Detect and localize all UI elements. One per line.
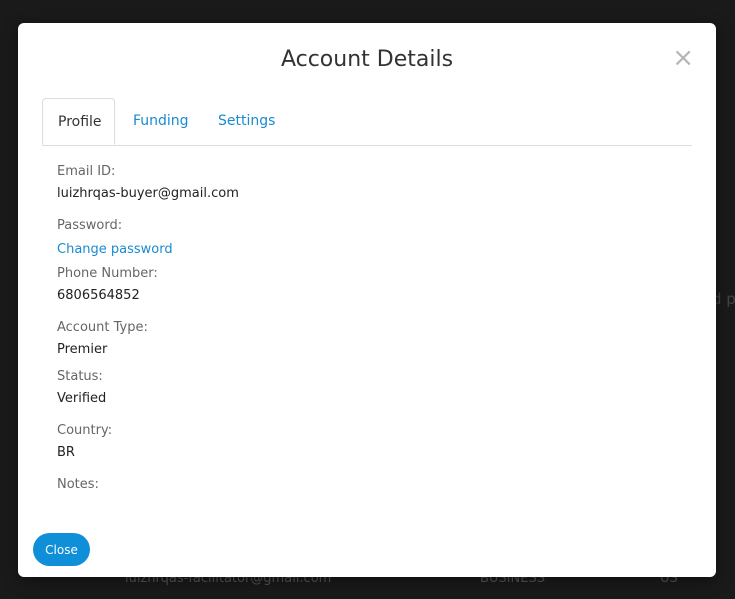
account-type-label: Account Type: — [57, 320, 148, 335]
phone-label: Phone Number: — [57, 266, 158, 281]
tab-profile[interactable]: Profile — [42, 98, 115, 145]
account-type-value: Premier — [57, 342, 108, 357]
tab-funding[interactable]: Funding — [118, 98, 204, 144]
change-password-link[interactable]: Change password — [57, 242, 173, 257]
status-label: Status: — [57, 369, 103, 384]
tab-settings[interactable]: Settings — [203, 98, 290, 144]
close-icon[interactable]: × — [672, 45, 694, 71]
account-details-modal: Account Details × Profile Funding Settin… — [18, 23, 716, 577]
tab-bar: Profile Funding Settings — [42, 98, 692, 146]
country-value: BR — [57, 445, 75, 460]
modal-title: Account Details — [280, 47, 454, 72]
status-value: Verified — [57, 391, 107, 406]
country-label: Country: — [57, 423, 113, 438]
password-label: Password: — [57, 218, 123, 233]
email-label: Email ID: — [57, 164, 116, 179]
phone-value: 6806564852 — [57, 288, 140, 303]
notes-label: Notes: — [57, 477, 99, 492]
close-button[interactable]: Close — [33, 533, 90, 566]
email-value: luizhrqas-buyer@gmail.com — [57, 186, 239, 201]
